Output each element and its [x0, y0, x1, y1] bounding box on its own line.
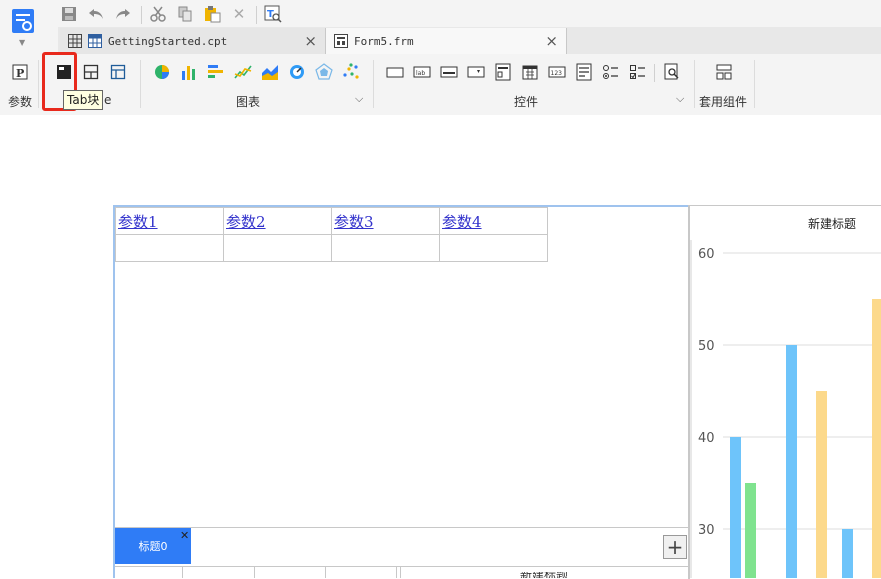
- chart-bar: [786, 345, 797, 578]
- text-preview-icon[interactable]: T: [263, 4, 283, 24]
- bottom-cell-divider: [400, 566, 401, 578]
- bottom-cell-divider: [325, 566, 326, 578]
- copy-icon[interactable]: [175, 4, 195, 24]
- column-chart-icon[interactable]: [179, 62, 199, 82]
- button-control-icon[interactable]: [385, 62, 405, 82]
- split-layout-icon[interactable]: [81, 62, 101, 82]
- param-input-cell[interactable]: [439, 234, 548, 262]
- line-chart-icon[interactable]: [233, 62, 253, 82]
- chart-bar: [730, 437, 741, 578]
- chart-bar: [842, 529, 853, 578]
- chart-title: 新建标题: [808, 217, 857, 231]
- param-input-cell[interactable]: [331, 234, 440, 262]
- date-control-icon[interactable]: [520, 62, 540, 82]
- chart-plot: 60 50 40 30: [690, 240, 881, 578]
- tab-form5[interactable]: Form5.frm ×: [326, 28, 567, 54]
- tab-gettingstarted[interactable]: GettingStarted.cpt ×: [60, 28, 326, 54]
- param-2-label[interactable]: 参数2: [224, 213, 266, 231]
- textbox-control-icon[interactable]: [439, 62, 459, 82]
- group-divider: [38, 60, 39, 108]
- undo-icon[interactable]: [86, 4, 106, 24]
- param-group-label: 参数: [8, 95, 33, 109]
- svg-text:123: 123: [551, 70, 563, 77]
- bottom-title-fragment: 新建标题: [520, 572, 568, 578]
- y-tick-label: 60: [698, 247, 715, 262]
- y-tick-label: 30: [698, 523, 715, 538]
- tooltip-tab-block: Tab块: [63, 90, 104, 110]
- group-divider: [140, 60, 141, 108]
- chevron-down-icon[interactable]: ⌵: [355, 92, 363, 106]
- chart-bar: [745, 483, 756, 578]
- tab-block-strip: [115, 527, 688, 567]
- label-control-icon[interactable]: lab: [412, 62, 432, 82]
- control-group-label: 控件: [514, 95, 539, 109]
- app-logo-icon[interactable]: [8, 6, 38, 40]
- scatter-chart-icon[interactable]: [341, 62, 361, 82]
- bottom-cell-divider: [182, 566, 183, 578]
- save-icon[interactable]: [59, 4, 79, 24]
- y-tick-label: 50: [698, 339, 715, 354]
- area-chart-icon[interactable]: [260, 62, 280, 82]
- paste-icon[interactable]: [202, 4, 222, 24]
- param-3-label[interactable]: 参数3: [332, 213, 374, 231]
- tab-label: Form5.frm: [354, 34, 414, 48]
- pie-chart-icon[interactable]: [152, 62, 172, 82]
- logo-dropdown-icon[interactable]: ▼: [19, 38, 25, 47]
- search-query-icon[interactable]: [662, 62, 682, 82]
- group-divider: [694, 60, 695, 108]
- cut-icon[interactable]: [148, 4, 168, 24]
- gauge-chart-icon[interactable]: [287, 62, 307, 82]
- report-grid-icon: [68, 34, 82, 48]
- chevron-down-icon[interactable]: ⌵: [676, 92, 684, 106]
- group-divider: [373, 60, 374, 108]
- param-cell[interactable]: 参数2: [223, 207, 332, 235]
- component-group-label: 套用组件: [699, 95, 748, 109]
- chart-group-label: 图表: [236, 95, 261, 109]
- bottom-cell-divider: [396, 566, 397, 578]
- bar-chart-icon[interactable]: [206, 62, 226, 82]
- param-cell[interactable]: 参数4: [439, 207, 548, 235]
- param-panel-icon[interactable]: P: [10, 62, 30, 82]
- delete-icon[interactable]: ✕: [229, 4, 249, 24]
- form-icon: [334, 34, 348, 48]
- param-cell[interactable]: 参数1: [115, 207, 224, 235]
- chart-bar: [816, 391, 827, 578]
- close-icon[interactable]: ×: [304, 32, 317, 50]
- number-control-icon[interactable]: 123: [547, 62, 567, 82]
- absolute-layout-icon[interactable]: [108, 62, 128, 82]
- svg-text:lab: lab: [416, 70, 425, 77]
- chart-bar: [872, 299, 881, 578]
- param-input-cell[interactable]: [115, 234, 224, 262]
- dropdown-control-icon[interactable]: [466, 62, 486, 82]
- toolbar-divider: [141, 6, 142, 24]
- group-divider: [754, 60, 755, 108]
- toolbar-divider: [256, 6, 257, 24]
- param-1-label[interactable]: 参数1: [116, 213, 158, 231]
- redo-icon[interactable]: [113, 4, 133, 24]
- radar-chart-icon[interactable]: [314, 62, 334, 82]
- add-tab-icon[interactable]: +: [663, 535, 687, 559]
- bottom-cell-divider: [254, 566, 255, 578]
- radio-group-icon[interactable]: [601, 62, 621, 82]
- param-input-cell[interactable]: [223, 234, 332, 262]
- listbox-control-icon[interactable]: [493, 62, 513, 82]
- tab-label: GettingStarted.cpt: [108, 34, 228, 48]
- close-icon[interactable]: ×: [545, 32, 558, 50]
- textarea-control-icon[interactable]: [574, 62, 594, 82]
- param-4-label[interactable]: 参数4: [440, 213, 482, 231]
- svg-text:P: P: [16, 67, 24, 80]
- component-template-icon[interactable]: [714, 62, 734, 82]
- y-tick-label: 40: [698, 431, 715, 446]
- checkbox-group-icon[interactable]: [628, 62, 648, 82]
- grid-file-icon: [88, 34, 102, 48]
- param-cell[interactable]: 参数3: [331, 207, 440, 235]
- toolbar-divider: [654, 64, 655, 82]
- parameter-table: 参数1 参数2 参数3 参数4: [115, 207, 548, 262]
- layout-group-label-fragment: e: [104, 93, 112, 107]
- close-icon[interactable]: ✕: [180, 529, 189, 542]
